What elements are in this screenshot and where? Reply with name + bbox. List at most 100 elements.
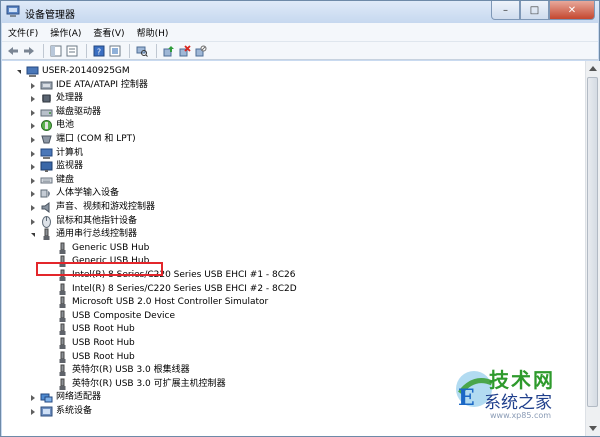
monitor-icon: [40, 161, 53, 172]
tree-usb-device-label: 英特尔(R) USB 3.0 根集线器: [72, 365, 190, 375]
tree-usb-device-label: USB Root Hub: [72, 352, 135, 362]
usb-device-icon: [59, 310, 66, 322]
menu-help[interactable]: 帮助(H): [131, 26, 175, 39]
uninstall-button[interactable]: [178, 44, 192, 58]
close-button[interactable]: ✕: [549, 1, 595, 20]
expand-arrow-icon[interactable]: [29, 109, 36, 117]
expand-arrow-icon[interactable]: [29, 163, 36, 171]
mouse-icon: [42, 216, 51, 228]
show-hide-tree-button[interactable]: [65, 44, 79, 58]
scan-hardware-button[interactable]: [135, 44, 149, 58]
tree-category-label: IDE ATA/ATAPI 控制器: [56, 80, 148, 90]
help-button[interactable]: ?: [92, 44, 106, 58]
tree-category[interactable]: 声音、视频和游戏控制器: [2, 201, 582, 214]
tree-usb-device-label: USB Root Hub: [72, 338, 135, 348]
tree-category[interactable]: 处理器: [2, 92, 582, 105]
tree-usb-device-label: 英特尔(R) USB 3.0 可扩展主机控制器: [72, 379, 226, 389]
tree-category[interactable]: 人体学输入设备: [2, 187, 582, 200]
usb-device-icon: [59, 378, 66, 390]
tree-category[interactable]: 磁盘驱动器: [2, 106, 582, 119]
watermark-logo: E 技术网 系统之家 www.xp85.com: [452, 361, 600, 437]
expand-arrow-icon[interactable]: [29, 218, 36, 226]
watermark-text-2: 系统之家: [484, 393, 552, 413]
tree-usb-device[interactable]: Generic USB Hub: [2, 242, 582, 255]
svg-text:E: E: [458, 385, 475, 411]
window-title: 设备管理器: [25, 10, 75, 21]
back-button[interactable]: [6, 44, 20, 58]
update-driver-button[interactable]: [162, 44, 176, 58]
tree-category-label: 电池: [56, 120, 75, 130]
tree-usb-device-label: Microsoft USB 2.0 Host Controller Simula…: [72, 297, 269, 307]
hid-icon: [40, 189, 50, 198]
tree-root-label: USER-20140925GM: [42, 66, 130, 76]
view-button[interactable]: [108, 44, 122, 58]
toolbar-separator: [43, 43, 44, 58]
disk-drive-icon: [40, 109, 53, 117]
tree-category-label: 计算机: [56, 148, 84, 158]
minimize-button[interactable]: –: [491, 1, 520, 20]
tree-category[interactable]: 计算机: [2, 147, 582, 160]
tree-category-label: 端口 (COM 和 LPT): [56, 134, 136, 144]
tree-category[interactable]: 监视器: [2, 160, 582, 173]
usb-device-icon: [59, 351, 66, 363]
tree-usb-device[interactable]: Intel(R) 8 Series/C220 Series USB EHCI #…: [2, 283, 582, 296]
title-bar[interactable]: 设备管理器 – □ ✕: [1, 1, 599, 23]
expand-arrow-icon[interactable]: [29, 204, 36, 212]
tree-category[interactable]: IDE ATA/ATAPI 控制器: [2, 79, 582, 92]
toolbar: ?: [2, 42, 598, 60]
tree-category[interactable]: 鼠标和其他指针设备: [2, 215, 582, 228]
usb-device-icon: [59, 296, 66, 308]
usb-device-icon: [59, 323, 66, 335]
expand-arrow-icon[interactable]: [29, 408, 36, 416]
port-icon: [41, 135, 52, 144]
close-icon: ✕: [567, 4, 577, 16]
help-icon: ?: [93, 45, 105, 56]
tree-usb-device[interactable]: USB Composite Device: [2, 310, 582, 323]
expand-arrow-icon[interactable]: [29, 122, 36, 130]
forward-icon: [24, 46, 34, 55]
tree-category[interactable]: 端口 (COM 和 LPT): [2, 133, 582, 146]
device-manager-app-icon: [6, 5, 20, 17]
expand-arrow-icon[interactable]: [29, 95, 36, 103]
ide-controller-icon: [40, 81, 53, 90]
expand-arrow-icon[interactable]: [29, 82, 36, 90]
tree-category[interactable]: 通用串行总线控制器: [2, 228, 582, 241]
expand-arrow-icon[interactable]: [29, 136, 36, 144]
scroll-up-icon[interactable]: [589, 66, 597, 71]
computer-root-icon: [26, 66, 39, 77]
selection-highlight-box: [36, 262, 163, 276]
menu-file[interactable]: 文件(F): [2, 26, 44, 39]
toolbar-separator: [129, 43, 130, 58]
toolbar-separator: [86, 43, 87, 58]
maximize-button[interactable]: □: [520, 1, 549, 20]
menu-view[interactable]: 查看(V): [87, 26, 130, 39]
properties-pane-icon: [50, 45, 62, 56]
watermark-url: www.xp85.com: [490, 411, 552, 420]
expand-arrow-icon[interactable]: [29, 177, 36, 185]
disable-button[interactable]: [194, 44, 208, 58]
tree-usb-device[interactable]: USB Root Hub: [2, 323, 582, 336]
tree-usb-device[interactable]: Microsoft USB 2.0 Host Controller Simula…: [2, 296, 582, 309]
tree-usb-device-label: USB Root Hub: [72, 324, 135, 334]
scroll-thumb[interactable]: [587, 77, 598, 407]
tree-category-label: 网络适配器: [56, 392, 102, 402]
expand-arrow-icon[interactable]: [29, 150, 36, 158]
tree-category-label: 处理器: [56, 93, 84, 103]
expand-arrow-icon[interactable]: [29, 394, 36, 402]
tree-root[interactable]: USER-20140925GM: [2, 65, 582, 78]
tree-category-label: 通用串行总线控制器: [56, 229, 138, 239]
tree-category[interactable]: 键盘: [2, 174, 582, 187]
tree-category[interactable]: 电池: [2, 119, 582, 132]
expand-arrow-icon[interactable]: [29, 190, 36, 198]
properties-pane-button[interactable]: [49, 44, 63, 58]
usb-controller-icon: [43, 228, 50, 240]
usb-device-icon: [59, 283, 66, 295]
tree-usb-device[interactable]: USB Root Hub: [2, 337, 582, 350]
disable-icon: [195, 45, 207, 56]
collapse-arrow-icon[interactable]: [29, 231, 36, 239]
battery-icon: [41, 120, 52, 131]
menu-action[interactable]: 操作(A): [44, 26, 87, 39]
collapse-arrow-icon[interactable]: [15, 68, 22, 76]
forward-button[interactable]: [22, 44, 36, 58]
computer-icon: [40, 148, 53, 159]
